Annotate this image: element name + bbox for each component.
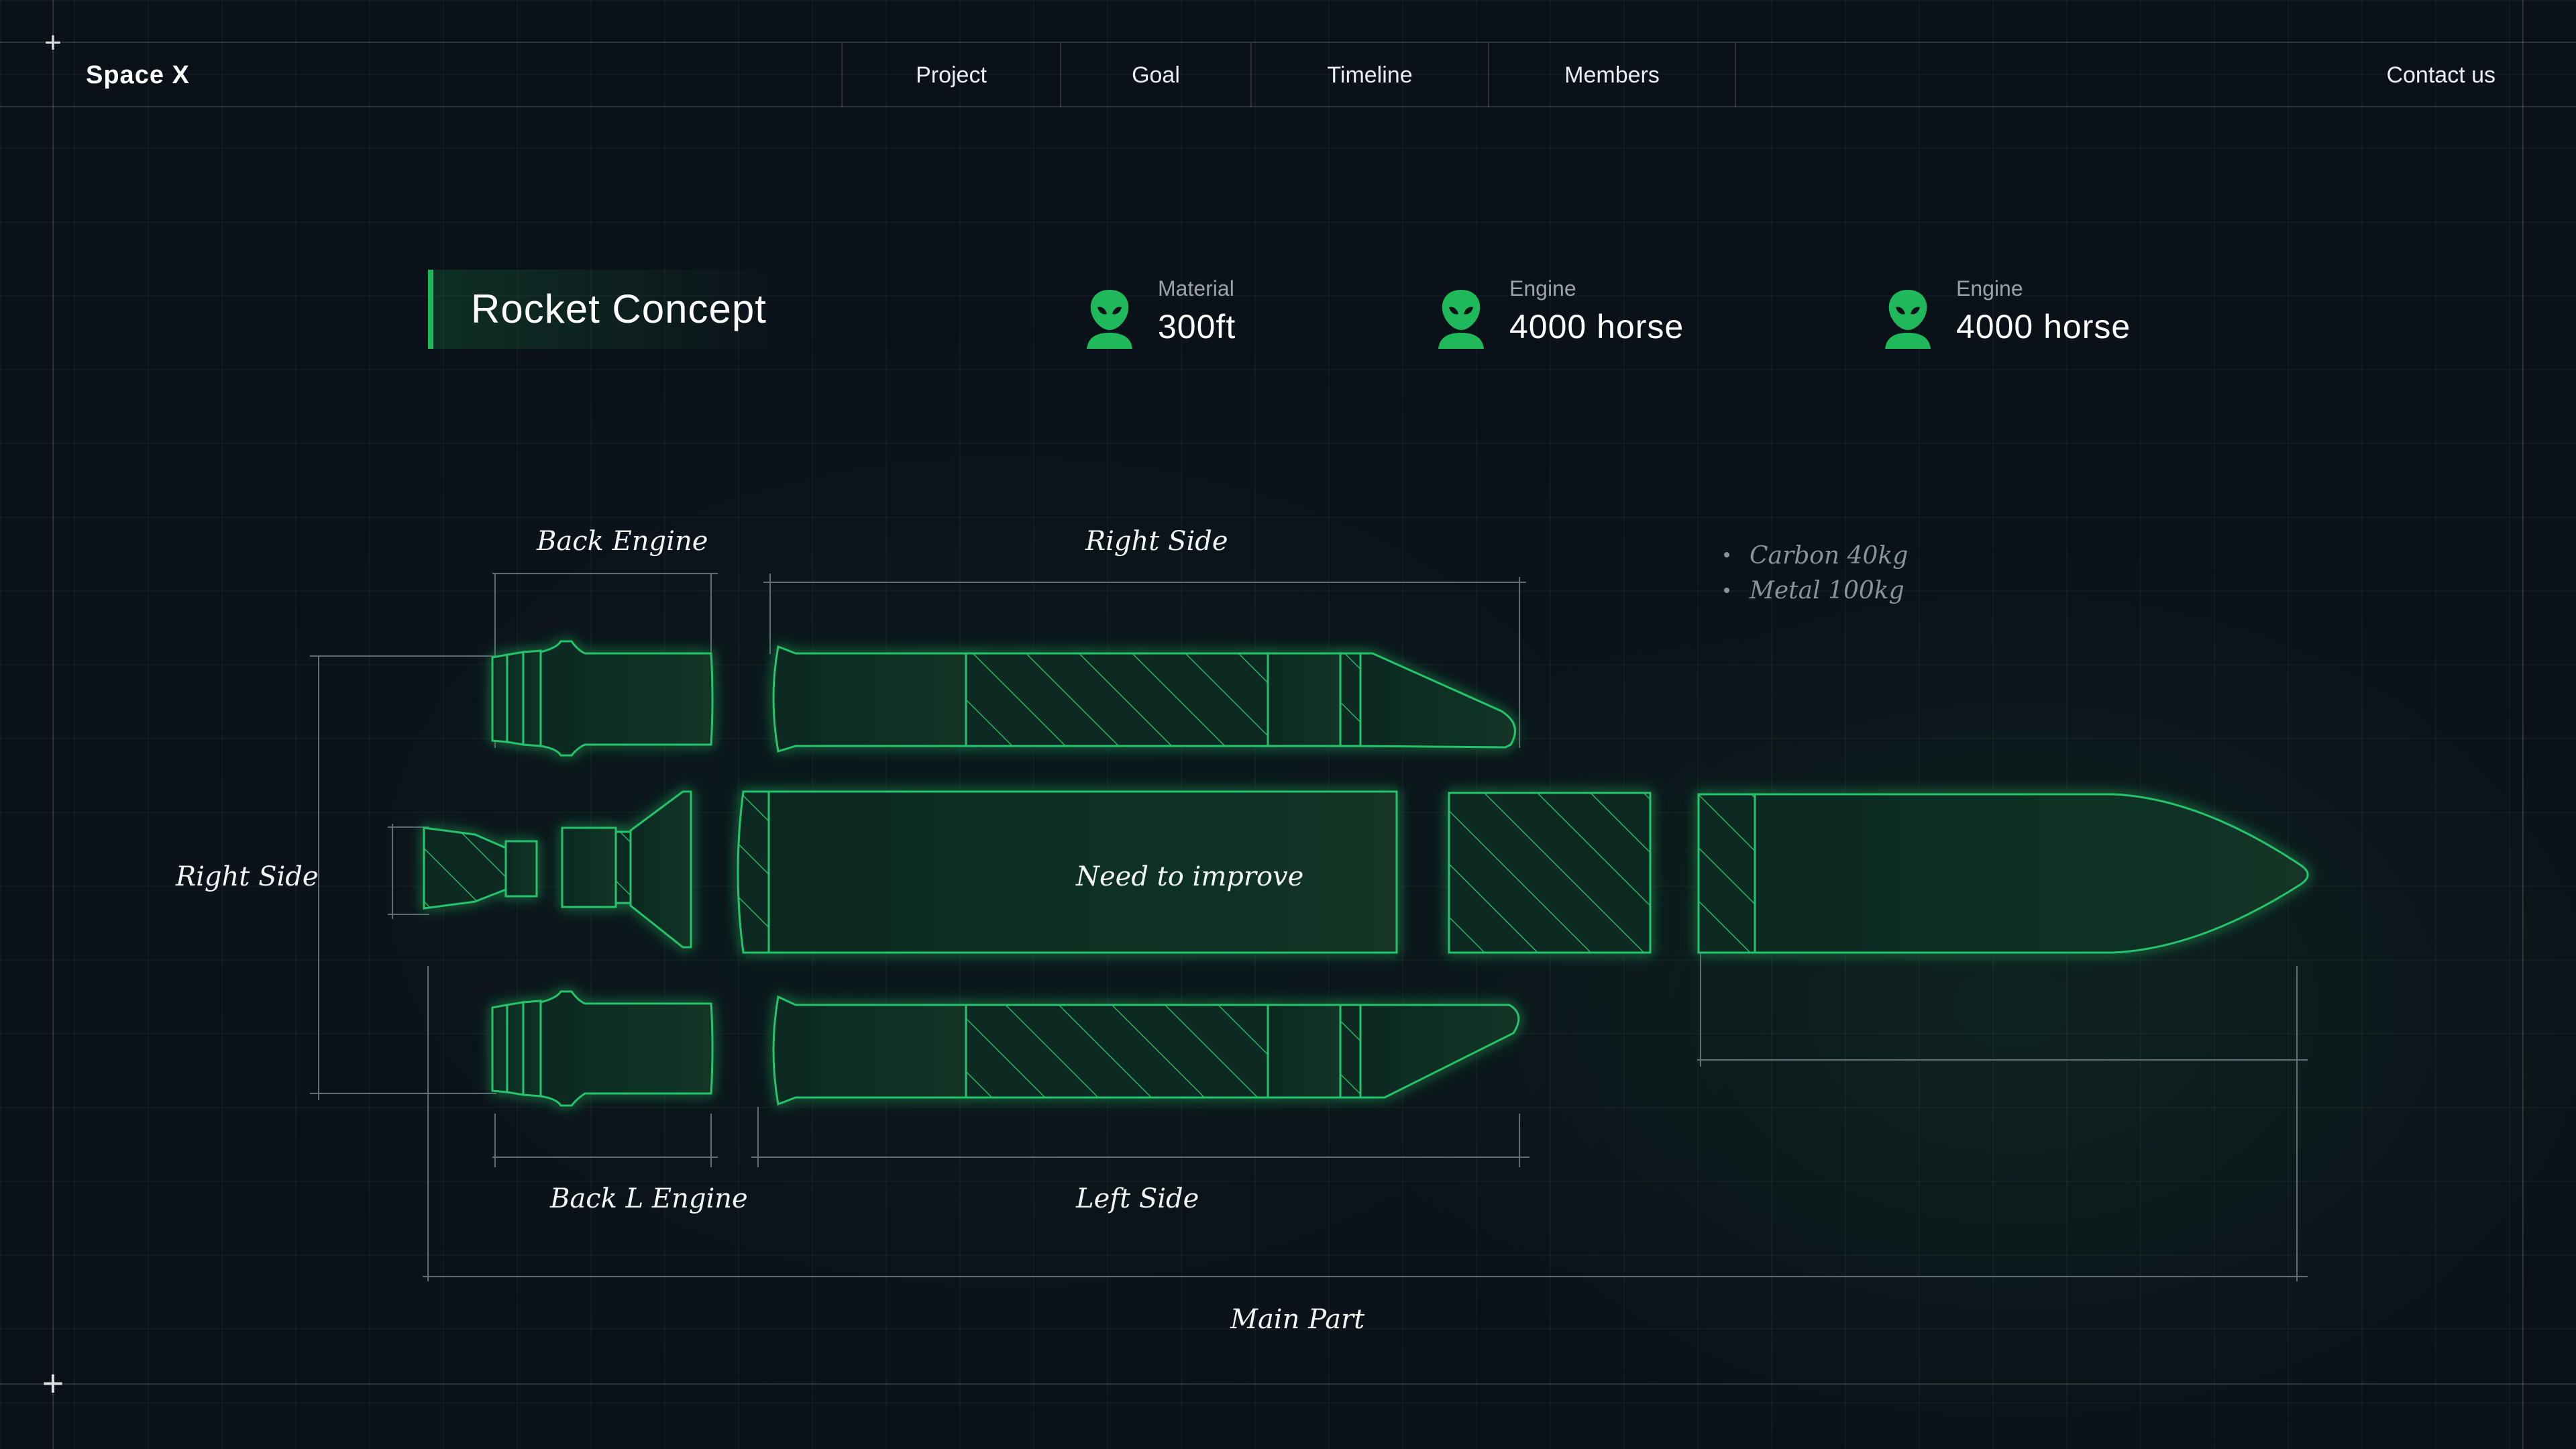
rocket-blueprint: Back Engine Right Side Right Side Need t… (175, 526, 2309, 1335)
bottom-left-side-booster (772, 995, 1520, 1106)
nose-cone (1697, 793, 2309, 954)
label-main-part: Main Part (1230, 1304, 1365, 1335)
top-back-engine (491, 640, 714, 757)
top-right-side-booster (772, 645, 1516, 753)
center-back-engine (423, 790, 692, 949)
note-carbon: Carbon 40kg (1750, 542, 1908, 570)
label-back-engine: Back Engine (536, 526, 708, 557)
label-center-note: Need to improve (1075, 861, 1303, 892)
label-right-side-left: Right Side (175, 861, 319, 892)
label-back-l-engine: Back L Engine (549, 1183, 748, 1214)
label-left-side: Left Side (1075, 1183, 1199, 1214)
bottom-back-engine (491, 990, 714, 1107)
center-hatched-section (1448, 792, 1652, 954)
material-notes: Carbon 40kg Metal 100kg (1724, 542, 1908, 604)
note-metal: Metal 100kg (1749, 577, 1904, 604)
label-right-side-top: Right Side (1085, 526, 1228, 557)
